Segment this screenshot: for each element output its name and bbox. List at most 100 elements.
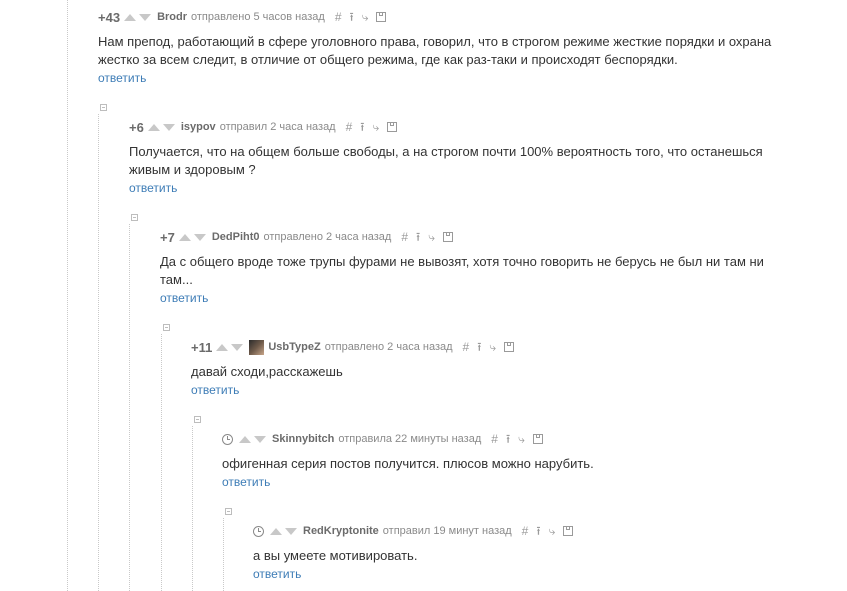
reply-link[interactable]: ответить <box>129 181 177 195</box>
comment-text: офигенная серия постов получится. плюсов… <box>222 456 594 471</box>
parent-arrow-icon[interactable]: ⭱ <box>506 433 510 445</box>
upvote-icon[interactable] <box>239 435 251 443</box>
collapse-toggle[interactable] <box>163 324 170 331</box>
vote-buttons <box>270 527 297 535</box>
comment: Skinnybitch отправила 22 минуты назад # … <box>222 431 782 491</box>
branch-icon[interactable]: ⤷ <box>373 121 380 133</box>
reply-link[interactable]: ответить <box>191 383 239 397</box>
clock-icon <box>253 525 264 537</box>
downvote-icon[interactable] <box>139 13 152 21</box>
downvote-icon[interactable] <box>231 343 244 351</box>
comment-rating: +43 <box>98 9 121 25</box>
hash-link-icon[interactable]: # <box>401 231 408 243</box>
thread-line <box>223 518 224 591</box>
hash-link-icon[interactable]: # <box>346 121 353 133</box>
upvote-icon[interactable] <box>270 527 282 535</box>
comment-author[interactable]: Skinnybitch <box>272 433 334 445</box>
comment-timestamp[interactable]: отправлено 2 часа назад <box>264 231 392 243</box>
parent-arrow-icon[interactable]: ⭱ <box>477 341 481 353</box>
comment-author[interactable]: RedKryptonite <box>303 525 379 537</box>
comment-author[interactable]: DedPiht0 <box>212 231 260 243</box>
hash-link-icon[interactable]: # <box>463 341 470 353</box>
upvote-icon[interactable] <box>147 123 160 131</box>
comment-timestamp[interactable]: отправил 2 часа назад <box>220 121 336 133</box>
avatar[interactable] <box>249 339 265 355</box>
save-icon[interactable] <box>563 526 574 536</box>
hash-link-icon[interactable]: # <box>491 433 498 445</box>
reply-link[interactable]: ответить <box>222 475 270 489</box>
collapse-toggle[interactable] <box>131 214 138 221</box>
upvote-icon[interactable] <box>178 233 191 241</box>
comment: +6 isypov отправил 2 часа назад # ⭱ ⤷ По… <box>129 119 769 197</box>
parent-arrow-icon[interactable]: ⭱ <box>536 525 540 537</box>
comment-rating: +11 <box>191 339 213 355</box>
comment-tools: # ⭱ ⤷ <box>463 341 515 353</box>
collapse-toggle[interactable] <box>225 508 232 515</box>
thread-line <box>98 114 99 591</box>
upvote-icon[interactable] <box>124 13 137 21</box>
parent-arrow-icon[interactable]: ⭱ <box>360 121 364 133</box>
vote-buttons <box>178 233 206 241</box>
hash-link-icon[interactable]: # <box>522 525 529 537</box>
comment-rating: +6 <box>129 119 144 135</box>
save-icon[interactable] <box>387 122 398 132</box>
reply-link[interactable]: ответить <box>160 291 208 305</box>
comment-text: Да с общего вроде тоже трупы фурами не в… <box>160 254 764 287</box>
comment-timestamp[interactable]: отправила 22 минуты назад <box>338 433 481 445</box>
reply-link[interactable]: ответить <box>253 567 301 581</box>
comment: +11 UsbTypeZ отправлено 2 часа назад # ⭱… <box>191 339 771 399</box>
thread-line <box>161 334 162 591</box>
comment-timestamp[interactable]: отправлено 5 часов назад <box>191 11 325 23</box>
reply-link[interactable]: ответить <box>98 71 146 85</box>
comment-timestamp[interactable]: отправил 19 минут назад <box>383 525 512 537</box>
parent-arrow-icon[interactable]: ⭱ <box>350 11 354 23</box>
downvote-icon[interactable] <box>254 435 266 443</box>
comment-header: +43 Brodr отправлено 5 часов назад # ⭱ ⤷ <box>98 9 778 25</box>
thread-line <box>129 224 130 591</box>
comment-text: Получается, что на общем больше свободы,… <box>129 144 763 177</box>
collapse-toggle[interactable] <box>100 104 107 111</box>
branch-icon[interactable]: ⤷ <box>362 11 369 23</box>
branch-icon[interactable]: ⤷ <box>518 433 525 445</box>
comment: +43 Brodr отправлено 5 часов назад # ⭱ ⤷… <box>98 9 778 87</box>
save-icon[interactable] <box>504 342 515 352</box>
comment-header: RedKryptonite отправил 19 минут назад # … <box>253 523 793 539</box>
comment-tools: # ⭱ ⤷ <box>491 433 543 445</box>
branch-icon[interactable]: ⤷ <box>428 231 435 243</box>
comment-author[interactable]: isypov <box>181 121 216 133</box>
save-icon[interactable] <box>376 12 387 22</box>
clock-icon <box>222 433 233 445</box>
upvote-icon[interactable] <box>216 343 229 351</box>
parent-arrow-icon[interactable]: ⭱ <box>416 231 420 243</box>
comment: RedKryptonite отправил 19 минут назад # … <box>253 523 793 583</box>
comment: +7 DedPiht0 отправлено 2 часа назад # ⭱ … <box>160 229 770 307</box>
vote-buttons <box>216 343 244 351</box>
comment-rating: +7 <box>160 229 175 245</box>
comment-text: а вы умеете мотивировать. <box>253 548 418 563</box>
comment-text: давай сходи,расскажешь <box>191 364 343 379</box>
thread-line <box>192 426 193 591</box>
vote-buttons <box>239 435 266 443</box>
comment-author[interactable]: UsbTypeZ <box>268 341 320 353</box>
comment-tools: # ⭱ ⤷ <box>335 11 387 23</box>
hash-link-icon[interactable]: # <box>335 11 342 23</box>
comment-tools: # ⭱ ⤷ <box>401 231 453 243</box>
comment-timestamp[interactable]: отправлено 2 часа назад <box>325 341 453 353</box>
comment-header: +6 isypov отправил 2 часа назад # ⭱ ⤷ <box>129 119 769 135</box>
vote-buttons <box>124 13 152 21</box>
comment-header: +7 DedPiht0 отправлено 2 часа назад # ⭱ … <box>160 229 770 245</box>
downvote-icon[interactable] <box>193 233 206 241</box>
downvote-icon[interactable] <box>285 527 297 535</box>
downvote-icon[interactable] <box>162 123 175 131</box>
comment-tools: # ⭱ ⤷ <box>522 525 574 537</box>
comment-text: Нам препод, работающий в сфере уголовног… <box>98 34 772 67</box>
save-icon[interactable] <box>442 232 453 242</box>
comment-header: +11 UsbTypeZ отправлено 2 часа назад # ⭱… <box>191 339 771 355</box>
branch-icon[interactable]: ⤷ <box>549 525 556 537</box>
vote-buttons <box>147 123 175 131</box>
comment-author[interactable]: Brodr <box>157 11 187 23</box>
collapse-toggle[interactable] <box>194 416 201 423</box>
save-icon[interactable] <box>532 434 543 444</box>
comment-header: Skinnybitch отправила 22 минуты назад # … <box>222 431 782 447</box>
branch-icon[interactable]: ⤷ <box>489 341 496 353</box>
